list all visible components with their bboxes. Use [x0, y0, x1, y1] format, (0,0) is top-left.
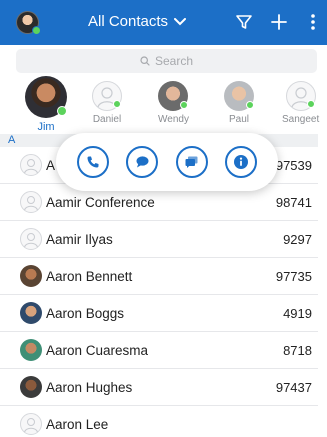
person-placeholder-icon	[24, 233, 38, 248]
info-icon	[234, 155, 249, 169]
call-button[interactable]	[76, 146, 109, 178]
avatar	[92, 81, 122, 111]
contact-extension: 4919	[283, 305, 312, 321]
presence-indicator	[180, 101, 189, 109]
search-placeholder: Search	[154, 54, 194, 68]
add-contact-button[interactable]	[268, 11, 290, 33]
favorite-name: Jim	[37, 121, 55, 133]
favorites-strip: Jim Daniel Wendy Paul Sangeet	[0, 76, 327, 134]
search-input[interactable]: Search	[16, 49, 317, 73]
avatar	[25, 76, 67, 118]
contact-extension: 97437	[275, 379, 312, 395]
contact-extension: 97539	[275, 157, 312, 173]
avatar	[158, 81, 189, 111]
contact-name: Aamir Conference	[46, 194, 155, 210]
favorite-jim[interactable]: Jim	[25, 76, 67, 133]
favorite-daniel[interactable]: Daniel	[92, 81, 122, 125]
presence-indicator	[57, 106, 67, 116]
contact-name: Aaron Bennett	[46, 268, 133, 284]
avatar	[20, 302, 42, 324]
more-options-button[interactable]	[305, 11, 321, 33]
contact-name: Aaron Cuaresma	[46, 342, 149, 358]
favorite-sangeet[interactable]: Sangeet	[282, 81, 319, 125]
presence-indicator	[113, 100, 121, 108]
search-bar-container: Search	[0, 45, 327, 75]
avatar	[20, 154, 42, 176]
contact-extension: 9297	[283, 231, 312, 247]
search-icon	[140, 56, 150, 66]
contact-row[interactable]: Aaron Lee	[0, 406, 318, 437]
my-avatar[interactable]	[16, 11, 41, 35]
plus-icon	[271, 14, 287, 30]
contact-extension: 98741	[275, 194, 312, 210]
chat-bubble-icon	[136, 156, 149, 168]
contact-row[interactable]: Aaron Bennett 97735	[0, 258, 318, 295]
favorite-name: Paul	[228, 114, 249, 125]
chat-button[interactable]	[126, 146, 159, 178]
contact-row[interactable]: Aamir Ilyas 9297	[0, 221, 318, 258]
avatar	[20, 376, 42, 398]
more-vertical-icon	[311, 14, 315, 30]
alphabet-index-scrubber[interactable]	[319, 134, 327, 434]
contact-extension: 8718	[283, 342, 312, 358]
contact-name: Aamir Ilyas	[46, 231, 113, 247]
contact-name: Aaron Boggs	[46, 305, 125, 321]
avatar	[20, 265, 42, 287]
page-title: All Contacts	[88, 13, 169, 30]
chevron-down-icon	[174, 17, 187, 25]
contacts-filter-dropdown[interactable]: All Contacts	[88, 13, 187, 30]
quick-action-popup	[56, 133, 278, 191]
presence-indicator	[32, 26, 41, 35]
contact-name: Aaron Hughes	[46, 379, 133, 395]
contact-row[interactable]: Aaron Boggs 4919	[0, 295, 318, 332]
presence-indicator	[306, 100, 315, 108]
message-button[interactable]	[175, 146, 208, 178]
favorite-name: Sangeet	[282, 114, 320, 125]
contact-extension: 97735	[275, 268, 312, 284]
phone-icon	[87, 156, 99, 168]
contact-row[interactable]: Aaron Cuaresma 8718	[0, 332, 318, 369]
avatar	[20, 191, 42, 213]
avatar	[20, 228, 42, 250]
avatar	[20, 413, 42, 435]
contact-name: Aaron Lee	[46, 416, 109, 432]
favorite-name: Daniel	[92, 114, 122, 125]
avatar	[20, 339, 42, 361]
messages-icon	[185, 156, 198, 168]
avatar	[224, 81, 254, 111]
favorite-paul[interactable]: Paul	[224, 81, 254, 125]
filter-icon	[236, 15, 252, 29]
favorite-name: Wendy	[158, 114, 189, 125]
person-placeholder-icon	[24, 196, 38, 211]
filter-button[interactable]	[233, 11, 255, 33]
favorite-wendy[interactable]: Wendy	[158, 81, 189, 125]
avatar	[285, 81, 316, 111]
info-button[interactable]	[225, 146, 258, 178]
top-bar: All Contacts	[0, 0, 327, 45]
person-placeholder-icon	[24, 159, 38, 174]
presence-indicator	[246, 101, 254, 109]
person-placeholder-icon	[24, 418, 38, 433]
contact-row[interactable]: Aaron Hughes 97437	[0, 369, 318, 406]
